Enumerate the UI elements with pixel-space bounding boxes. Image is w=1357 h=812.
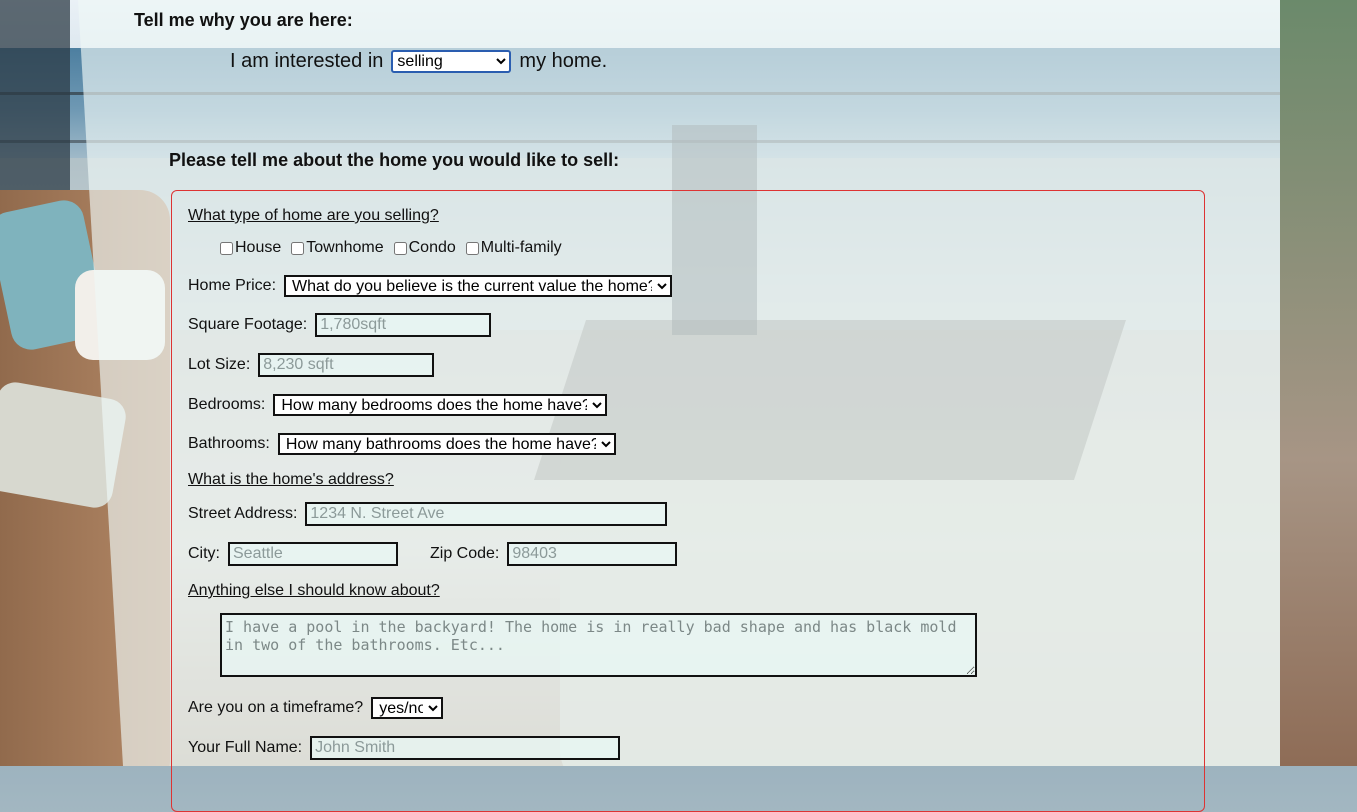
lot-label: Lot Size: bbox=[188, 356, 251, 373]
zip-label: Zip Code: bbox=[430, 545, 500, 562]
notes-textarea[interactable] bbox=[220, 613, 977, 677]
notes-row bbox=[220, 613, 977, 677]
intro-heading: Tell me why you are here: bbox=[134, 10, 353, 30]
lot-size-input[interactable] bbox=[258, 353, 435, 377]
timeframe-label: Are you on a timeframe? bbox=[188, 699, 364, 716]
multifamily-checkbox[interactable] bbox=[465, 241, 479, 255]
condo-checkbox[interactable] bbox=[393, 241, 407, 255]
timeframe-select[interactable]: yes/no bbox=[371, 697, 444, 719]
bedrooms-select[interactable]: How many bedrooms does the home have? bbox=[273, 394, 608, 416]
interest-mode-select[interactable]: selling bbox=[391, 50, 512, 73]
timeframe-row: Are you on a timeframe? yes/no bbox=[188, 697, 444, 719]
street-address-input[interactable] bbox=[305, 502, 668, 526]
price-label: Home Price: bbox=[188, 277, 277, 294]
townhome-checkbox[interactable] bbox=[291, 241, 305, 255]
city-zip-row: City: Zip Code: bbox=[188, 542, 678, 566]
interest-suffix: my home. bbox=[519, 50, 608, 72]
bedrooms-label: Bedrooms: bbox=[188, 396, 266, 413]
address-question: What is the home's address? bbox=[188, 471, 394, 488]
bathrooms-row: Bathrooms: How many bathrooms does the h… bbox=[188, 433, 616, 455]
bathrooms-label: Bathrooms: bbox=[188, 435, 270, 452]
bedrooms-row: Bedrooms: How many bedrooms does the hom… bbox=[188, 394, 608, 416]
house-checkbox[interactable] bbox=[220, 241, 233, 255]
street-label: Street Address: bbox=[188, 505, 298, 522]
home-type-options: House Townhome Condo Multi-family bbox=[220, 239, 572, 257]
multifamily-label: Multi-family bbox=[480, 239, 562, 256]
sqft-row: Square Footage: bbox=[188, 313, 492, 337]
price-row: Home Price: What do you believe is the c… bbox=[188, 275, 673, 297]
home-type-townhome[interactable]: Townhome bbox=[291, 239, 384, 257]
home-type-condo[interactable]: Condo bbox=[393, 239, 456, 257]
home-type-house[interactable]: House bbox=[220, 239, 281, 257]
full-name-input[interactable] bbox=[310, 736, 621, 760]
interest-prefix: I am interested in bbox=[230, 50, 384, 72]
sqft-input[interactable] bbox=[315, 313, 492, 337]
notes-question: Anything else I should know about? bbox=[188, 582, 440, 599]
city-input[interactable] bbox=[228, 542, 398, 566]
townhome-label: Townhome bbox=[306, 239, 384, 256]
house-label: House bbox=[235, 239, 282, 256]
full-name-row: Your Full Name: bbox=[188, 736, 621, 760]
sqft-label: Square Footage: bbox=[188, 316, 308, 333]
city-label: City: bbox=[188, 545, 220, 562]
lot-row: Lot Size: bbox=[188, 353, 435, 377]
bathrooms-select[interactable]: How many bathrooms does the home have? bbox=[277, 433, 616, 455]
home-type-multifamily[interactable]: Multi-family bbox=[465, 239, 562, 257]
page-content: Tell me why you are here: I am intereste… bbox=[0, 0, 1357, 812]
interest-row: I am interested in selling my home. bbox=[230, 50, 607, 73]
home-type-question: What type of home are you selling? bbox=[188, 207, 439, 224]
section-heading: Please tell me about the home you would … bbox=[169, 150, 620, 170]
price-select[interactable]: What do you believe is the current value… bbox=[284, 275, 673, 297]
condo-label: Condo bbox=[408, 239, 456, 256]
full-name-label: Your Full Name: bbox=[188, 739, 303, 756]
zip-code-input[interactable] bbox=[507, 542, 678, 566]
street-row: Street Address: bbox=[188, 502, 668, 526]
